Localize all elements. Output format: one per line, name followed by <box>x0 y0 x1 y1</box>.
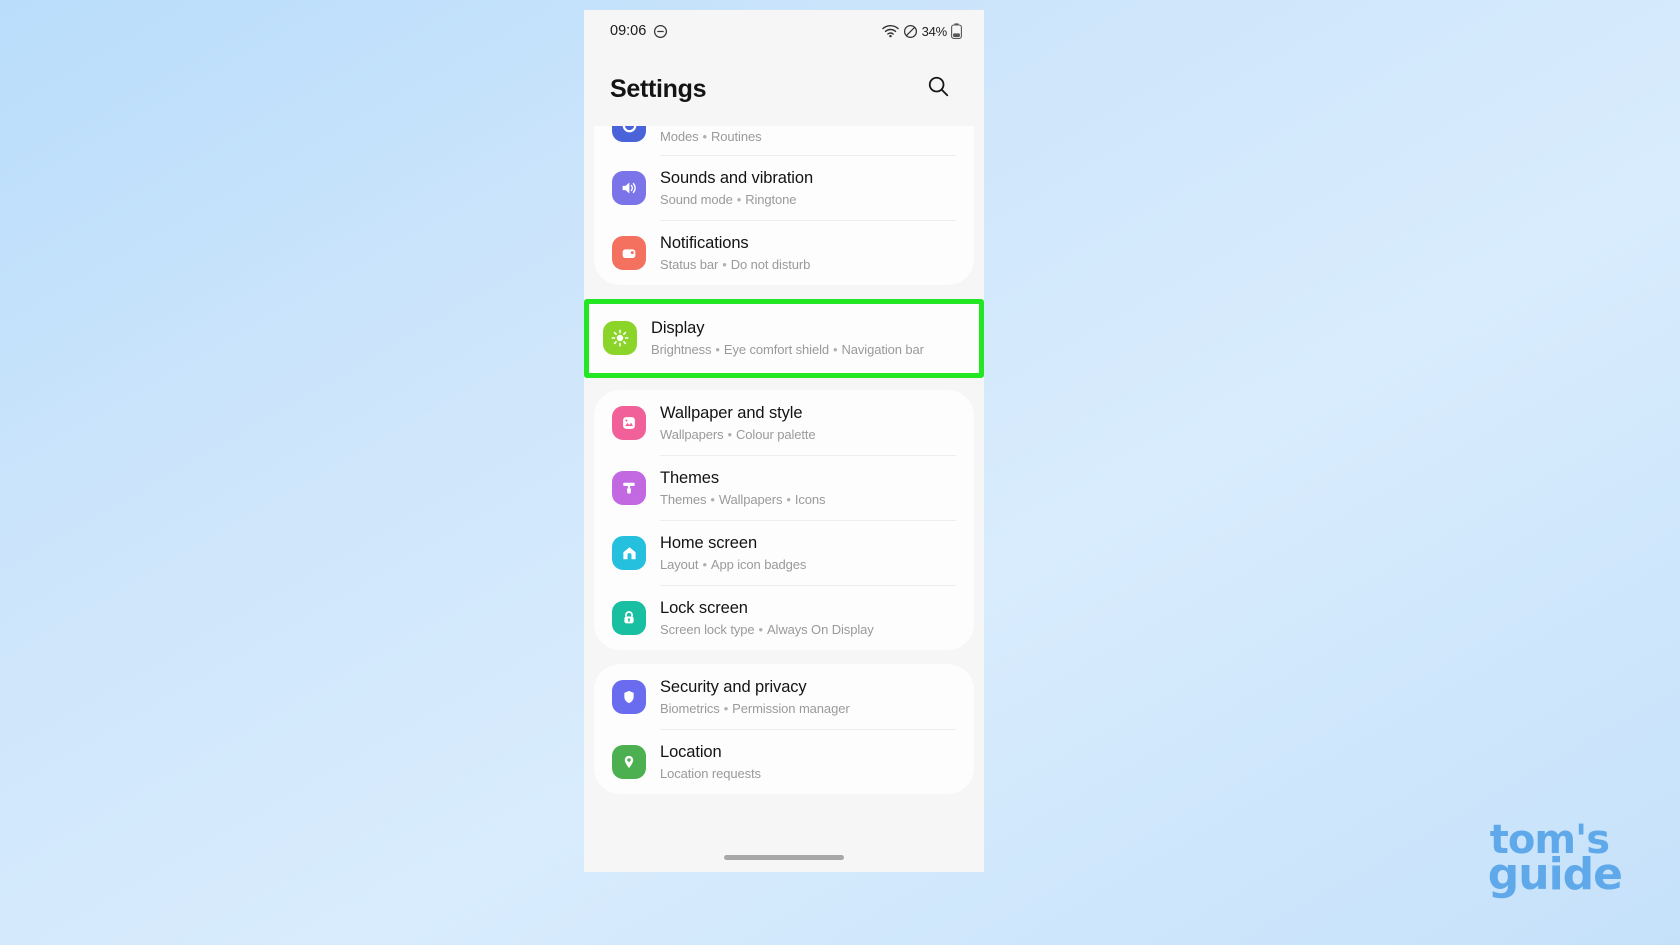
settings-row-security-and-privacy[interactable]: Security and privacy Biometrics • Permissi… <box>594 664 974 729</box>
settings-row-display[interactable]: Display Brightness • Eye comfort shield • Na… <box>589 304 979 373</box>
gesture-handle[interactable] <box>724 854 844 860</box>
settings-row-modes-and-routines[interactable]: Modes and Routines Modes•Routines <box>594 126 974 155</box>
shield-icon <box>612 680 646 714</box>
lock-icon <box>612 601 646 635</box>
settings-list[interactable]: Modes and Routines Modes•Routines Sounds… <box>584 126 984 842</box>
watermark-line-2: guide <box>1487 848 1623 900</box>
phone-screenshot: 09:06 34% Settings Modes • Routines Soun… <box>584 10 984 872</box>
notifications-icon <box>612 236 646 270</box>
row-subtitle: Sound mode • Ringtone <box>660 192 797 207</box>
row-title: Security and privacy <box>660 678 807 696</box>
page-title: Settings <box>610 74 707 103</box>
settings-row-lock-screen[interactable]: Lock screen Screen lock type • Always On D… <box>594 585 974 650</box>
modes-icon <box>612 126 646 142</box>
row-title: Notifications <box>660 234 749 252</box>
row-subtitle: Themes • Wallpapers • Icons <box>660 492 826 507</box>
home-icon <box>612 536 646 570</box>
row-title: Lock screen <box>660 599 748 617</box>
battery-percent-label: 34% <box>921 23 948 39</box>
navigation-gesture-bar <box>584 842 984 872</box>
search-button[interactable] <box>918 69 958 109</box>
brightness-icon <box>603 321 637 355</box>
status-bar: 09:06 34% <box>584 10 984 52</box>
settings-row-location[interactable]: Location Location requests <box>594 729 974 794</box>
settings-row-themes[interactable]: Themes Themes • Wallpapers • Icons <box>594 455 974 520</box>
row-subtitle: Layout • App icon badges <box>660 557 807 572</box>
settings-header: Settings <box>584 52 984 126</box>
row-subtitle: Modes • Routines <box>660 129 762 144</box>
do-not-disturb-icon <box>653 24 668 39</box>
speaker-icon <box>612 171 646 205</box>
battery-icon <box>951 23 962 39</box>
search-icon <box>926 74 951 104</box>
row-title: Themes <box>660 469 720 487</box>
connections-group: Modes and Routines Modes•Routines Sounds… <box>594 126 974 285</box>
wallpaper-icon <box>612 406 646 440</box>
location-pin-icon <box>612 745 646 779</box>
row-title: Wallpaper and style <box>660 404 803 422</box>
row-title: Home screen <box>660 534 758 552</box>
status-bar-left: 09:06 <box>610 23 668 39</box>
status-bar-right: 34% <box>881 23 962 39</box>
paint-roller-icon <box>612 471 646 505</box>
settings-row-notifications[interactable]: Notifications Status bar • Do not disturb <box>594 220 974 285</box>
sound-off-icon <box>903 24 918 39</box>
row-subtitle: Biometrics • Permission manager <box>660 701 850 716</box>
privacy-group: Security and privacy Biometrics • Permissi… <box>594 664 974 794</box>
wifi-icon <box>881 24 899 38</box>
row-subtitle: Brightness • Eye comfort shield • Navigation… <box>651 342 924 357</box>
status-bar-time: 09:06 <box>610 23 647 39</box>
row-title: Location <box>660 743 722 761</box>
display-highlight-box: Display Brightness • Eye comfort shield • Na… <box>584 299 984 378</box>
row-title: Display <box>651 319 705 337</box>
personalisation-group: Wallpaper and style Wallpapers • Colour pa… <box>594 390 974 650</box>
row-title: Sounds and vibration <box>660 169 814 187</box>
toms-guide-watermark: tom's guide <box>1487 820 1623 900</box>
row-subtitle: Location requests <box>660 766 761 781</box>
row-subtitle: Wallpapers • Colour palette <box>660 427 816 442</box>
settings-row-home-screen[interactable]: Home screen Layout • App icon badges <box>594 520 974 585</box>
settings-row-sounds-and-vibration[interactable]: Sounds and vibration Sound mode • Ringtone <box>594 155 974 220</box>
settings-row-wallpaper-and-style[interactable]: Wallpaper and style Wallpapers • Colour pa… <box>594 390 974 455</box>
row-subtitle: Screen lock type • Always On Display <box>660 622 874 637</box>
row-subtitle: Status bar • Do not disturb <box>660 257 811 272</box>
